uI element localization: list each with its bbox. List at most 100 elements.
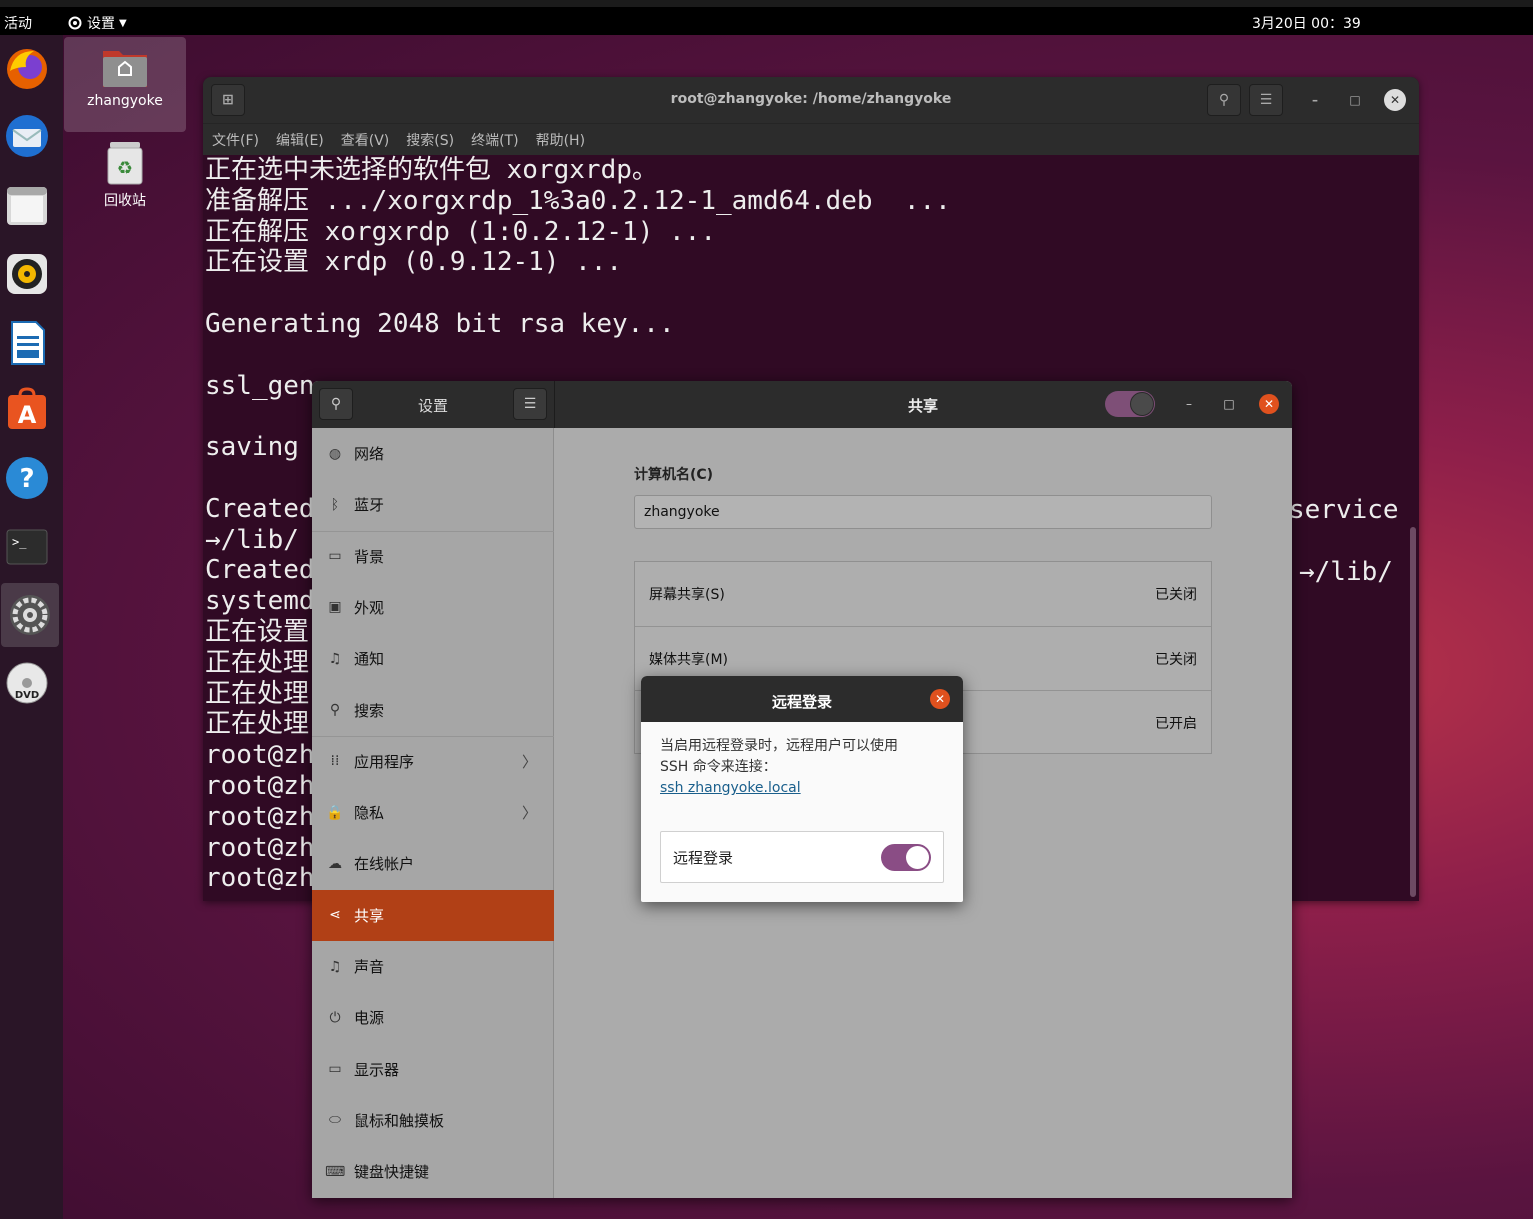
sidebar-item-background[interactable]: ▭ 背景: [312, 531, 554, 582]
terminal-menu-item[interactable]: 搜索(S): [406, 130, 454, 150]
bluetooth-icon: ᛒ: [330, 496, 340, 513]
ssh-command-link[interactable]: ssh zhangyoke.local: [660, 778, 944, 799]
sidebar-item-lock[interactable]: 🔒 隐私 〉: [312, 787, 554, 838]
chevron-right-icon: 〉: [521, 804, 537, 823]
dvd-icon[interactable]: DVD: [4, 660, 50, 706]
settings-sidebar: ◍ 网络 ᛒ 蓝牙 ▭ 背景 ▣ 外观 ♫ 通知 ⚲ 搜索 ⁞⁞ 应用程序〉 🔒 隐私〉 ☁ 在线帐户 ⋖ 共享 ♫ 声音…: [312, 428, 554, 1198]
sidebar-item-label: 键盘快捷键: [354, 1163, 430, 1182]
sidebar-item-label: 鼠标和触摸板: [354, 1111, 445, 1130]
terminal-output-fragment: →/lib/: [1299, 557, 1393, 587]
thunderbird-icon[interactable]: [4, 113, 50, 159]
clock[interactable]: 3月20日 00：39: [1252, 13, 1361, 33]
terminal-titlebar[interactable]: ⊞ root@zhangyoke: /home/zhangyoke ⚲ ☰ – …: [203, 77, 1419, 123]
minimize-icon[interactable]: –: [1178, 393, 1200, 415]
terminal-menu-item[interactable]: 文件(F): [212, 130, 259, 150]
dialog-description: SSH 命令来连接：: [660, 759, 777, 775]
maximize-icon[interactable]: □: [1344, 89, 1366, 111]
search-icon[interactable]: ⚲: [1207, 84, 1241, 116]
cloud-icon: ☁: [328, 855, 342, 872]
remote-login-switch[interactable]: [881, 844, 931, 871]
rhythmbox-icon[interactable]: [4, 251, 50, 297]
top-bar: 活动 设置 ▼ 3月20日 00：39: [0, 0, 1533, 35]
app-menu[interactable]: 设置 ▼: [67, 13, 127, 33]
terminal-menubar: 文件(F) 编辑(E) 查看(V) 搜索(S) 终端(T) 帮助(H): [203, 123, 1419, 155]
sidebar-item-network[interactable]: ◍ 网络: [312, 428, 554, 479]
close-icon[interactable]: ✕: [930, 689, 950, 709]
close-icon[interactable]: ✕: [1384, 89, 1406, 111]
sidebar-item-notification[interactable]: ♫ 通知: [312, 633, 554, 684]
minimize-icon[interactable]: –: [1304, 89, 1326, 111]
terminal-icon[interactable]: >_: [4, 524, 50, 570]
app-menu-label: 设置: [87, 16, 115, 32]
sidebar-item-keyboard[interactable]: ⌨ 键盘快捷键: [312, 1146, 554, 1197]
music-note-icon: ♫: [328, 958, 342, 975]
gear-icon: [68, 16, 82, 30]
firefox-icon[interactable]: [4, 45, 50, 91]
sidebar-item-search[interactable]: ⚲ 搜索: [312, 685, 554, 736]
sidebar-item-display[interactable]: ▭ 显示器: [312, 1044, 554, 1095]
sidebar-item-appearance[interactable]: ▣ 外观: [312, 582, 554, 633]
hamburger-menu-icon[interactable]: ☰: [1249, 84, 1283, 116]
share-row-status: 已开启: [1155, 715, 1197, 732]
home-folder-label: zhangyoke: [87, 93, 163, 109]
remote-login-dialog[interactable]: 远程登录 ✕ 当启用远程登录时，远程用户可以使用 SSH 命令来连接： ssh …: [641, 676, 963, 902]
sidebar-item-label: 电源: [354, 1009, 385, 1028]
settings-headerbar[interactable]: ⚲ 设置 ☰ 共享 – □ ✕: [312, 381, 1292, 428]
trash-icon[interactable]: ♻ 回收站: [64, 140, 186, 210]
dialog-header: 远程登录 ✕: [641, 676, 963, 722]
svg-text:?: ?: [19, 464, 34, 494]
display-icon: ▭: [328, 1061, 342, 1078]
remote-login-toggle-row: 远程登录: [660, 831, 944, 883]
dialog-body: 当启用远程登录时，远程用户可以使用 SSH 命令来连接： ssh zhangyo…: [641, 722, 963, 799]
terminal-menu-item[interactable]: 查看(V): [341, 130, 390, 150]
appearance-icon: ▣: [328, 599, 342, 616]
share-icon: ⋖: [329, 907, 341, 924]
terminal-menu-item[interactable]: 编辑(E): [276, 130, 324, 150]
sidebar-item-bluetooth[interactable]: ᛒ 蓝牙: [312, 479, 554, 530]
software-icon[interactable]: A: [4, 387, 50, 433]
sidebar-item-power[interactable]: ⏻ 电源: [312, 992, 554, 1043]
settings-icon[interactable]: [1, 583, 59, 647]
activities-button[interactable]: 活动: [4, 13, 32, 33]
writer-icon[interactable]: [4, 320, 50, 366]
terminal-menu-item[interactable]: 终端(T): [471, 130, 518, 150]
home-folder-icon[interactable]: zhangyoke: [64, 37, 186, 132]
hamburger-menu-icon[interactable]: ☰: [513, 388, 547, 420]
screen-sharing-row[interactable]: 屏幕共享(S) 已关闭: [635, 562, 1211, 626]
hostname-field[interactable]: zhangyoke: [634, 495, 1212, 529]
close-icon[interactable]: ✕: [1259, 394, 1279, 414]
sidebar-item-label: 搜索: [354, 701, 385, 720]
help-icon[interactable]: ?: [4, 455, 50, 501]
sidebar-item-label: 外观: [354, 598, 385, 617]
terminal-output-fragment: service: [1289, 495, 1399, 525]
sidebar-item-label: 共享: [354, 906, 385, 925]
hostname-label: 计算机名(C): [634, 467, 714, 483]
maximize-icon[interactable]: □: [1218, 393, 1240, 415]
svg-text:>_: >_: [12, 535, 27, 549]
terminal-scrollbar[interactable]: [1410, 527, 1416, 897]
files-icon[interactable]: [4, 183, 50, 229]
chevron-down-icon: ▼: [119, 17, 127, 29]
switch-knob: [906, 846, 929, 869]
lock-icon: 🔒: [326, 804, 344, 821]
sidebar-item-label: 在线帐户: [354, 855, 415, 874]
share-row-status: 已关闭: [1155, 651, 1197, 668]
terminal-line: 正在设置 xrdp (0.9.12-1) ...: [205, 247, 623, 278]
terminal-menu-item[interactable]: 帮助(H): [536, 130, 585, 150]
share-row-status: 已关闭: [1155, 587, 1197, 603]
notification-icon: ♫: [328, 650, 342, 667]
sidebar-item-label: 声音: [354, 958, 385, 976]
sidebar-item-apps[interactable]: ⁞⁞ 应用程序 〉: [312, 736, 554, 787]
terminal-line: 正在选中未选择的软件包 xorgxrdp。: [205, 155, 658, 185]
chevron-right-icon: 〉: [521, 752, 537, 771]
sharing-master-switch[interactable]: [1105, 391, 1155, 417]
search-icon: ⚲: [329, 702, 341, 718]
sidebar-item-label: 通知: [354, 650, 385, 669]
sidebar-item-music-note[interactable]: ♫ 声音: [312, 941, 554, 992]
remote-login-toggle-label: 远程登录: [673, 848, 734, 867]
sidebar-item-cloud[interactable]: ☁ 在线帐户: [312, 838, 554, 889]
sidebar-item-share[interactable]: ⋖ 共享: [312, 889, 554, 941]
background-icon: ▭: [328, 548, 342, 565]
sidebar-item-mouse[interactable]: ⬭ 鼠标和触摸板: [312, 1095, 554, 1146]
